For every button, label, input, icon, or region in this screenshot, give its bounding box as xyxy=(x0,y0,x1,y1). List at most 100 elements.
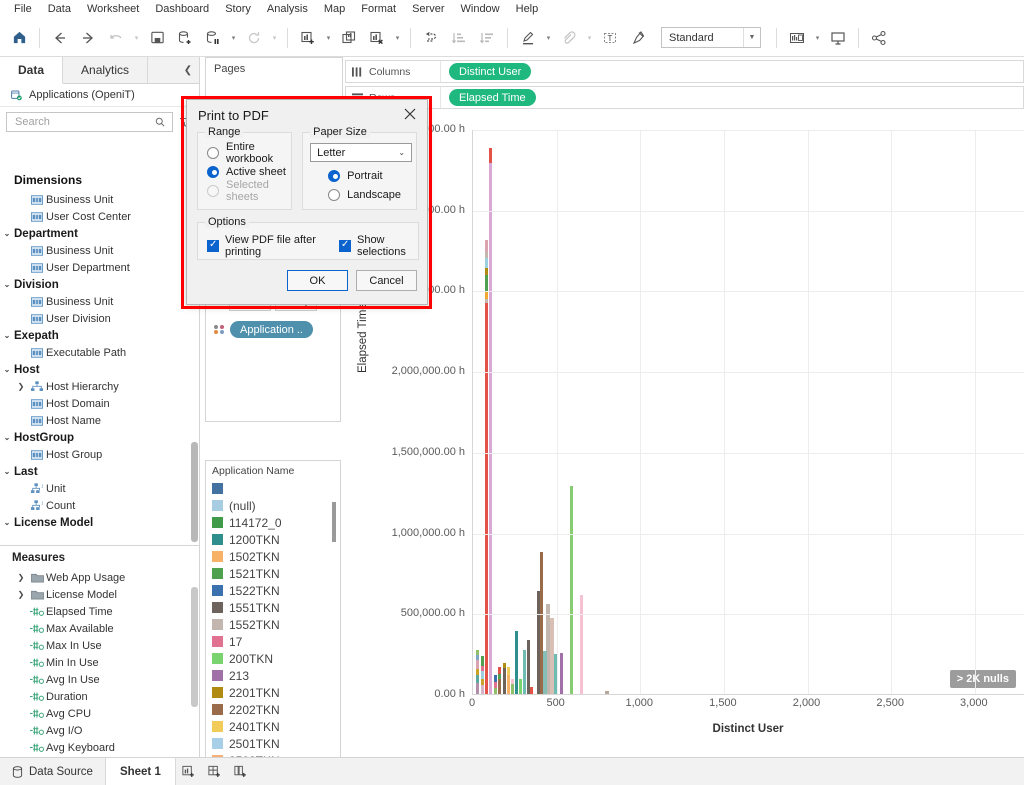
bar-segment[interactable] xyxy=(481,671,485,679)
field-node-business-unit[interactable]: Business Unit xyxy=(0,191,199,208)
columns-shelf[interactable]: Columns Distinct User xyxy=(345,60,1024,83)
folder-node-license-model[interactable]: ⌄ License Model xyxy=(0,514,199,531)
measure-node-avg-i-o[interactable]: Avg I/O xyxy=(0,722,199,739)
bar-segment[interactable] xyxy=(514,631,519,694)
bar-segment[interactable] xyxy=(481,665,485,672)
radio-button[interactable] xyxy=(328,169,341,182)
chevron-down-icon[interactable]: ⌄ xyxy=(0,331,14,340)
save-button[interactable] xyxy=(144,25,170,51)
bar-segment[interactable] xyxy=(497,679,502,694)
menu-item-data[interactable]: Data xyxy=(40,1,79,17)
chevron-left-icon[interactable]: ❮ xyxy=(177,57,199,83)
dimensions-scrollbar-thumb[interactable] xyxy=(191,442,198,542)
checkbox[interactable] xyxy=(338,239,351,252)
legend-item[interactable]: 2201TKN xyxy=(212,684,340,701)
new-story-tab-button[interactable] xyxy=(228,758,254,785)
bar-segment[interactable] xyxy=(559,652,563,694)
chart-bar[interactable] xyxy=(481,656,485,694)
new-worksheet-button[interactable] xyxy=(295,25,321,51)
menu-item-dashboard[interactable]: Dashboard xyxy=(147,1,217,17)
chart-bar[interactable] xyxy=(522,650,526,694)
radio-button[interactable] xyxy=(328,188,341,201)
ok-button[interactable]: OK xyxy=(287,270,348,291)
chart-bar[interactable] xyxy=(539,551,544,694)
paper-size-select[interactable]: Letter ⌄ xyxy=(310,143,413,162)
field-node-user-department[interactable]: User Department xyxy=(0,259,199,276)
legend-item[interactable]: 200TKN xyxy=(212,650,340,667)
bar-segment[interactable] xyxy=(507,667,511,675)
plot-area[interactable]: > 2K nulls xyxy=(472,130,1024,695)
bar-segment[interactable] xyxy=(580,594,584,694)
pause-dropdown-arrow[interactable]: ▾ xyxy=(228,25,239,51)
measures-tree[interactable]: ❯ Web App Usage ❯ License Model Elapsed Time… xyxy=(0,569,199,785)
legend-item[interactable]: 1502TKN xyxy=(212,548,340,565)
menu-item-worksheet[interactable]: Worksheet xyxy=(79,1,147,17)
bar-segment[interactable] xyxy=(539,551,544,694)
print-to-pdf-dialog[interactable]: Print to PDF Range Entire workbook Active… xyxy=(186,99,428,305)
chart-bar[interactable] xyxy=(605,691,609,694)
menu-item-window[interactable]: Window xyxy=(453,1,508,17)
bar-segment[interactable] xyxy=(481,678,485,686)
field-node-business-unit[interactable]: Business Unit xyxy=(0,242,199,259)
chevron-down-icon[interactable]: ⌄ xyxy=(0,467,14,476)
legend-item[interactable]: 1552TKN xyxy=(212,616,340,633)
show-mark-labels-button[interactable]: T xyxy=(597,25,623,51)
field-node-user-cost-center[interactable]: User Cost Center xyxy=(0,208,199,225)
field-node-executable-path[interactable]: Executable Path xyxy=(0,344,199,361)
chart-bar[interactable] xyxy=(570,485,574,694)
field-node-business-unit[interactable]: Business Unit xyxy=(0,293,199,310)
legend-item[interactable]: 1521TKN xyxy=(212,565,340,582)
refresh-button[interactable] xyxy=(241,25,267,51)
share-button[interactable] xyxy=(866,25,892,51)
chevron-down-icon[interactable]: ⌄ xyxy=(398,148,405,157)
bar-segment[interactable] xyxy=(485,303,489,694)
cancel-button[interactable]: Cancel xyxy=(356,270,417,291)
bar-segment[interactable] xyxy=(476,682,480,694)
legend-item[interactable]: (null) xyxy=(212,497,340,514)
chevron-down-icon[interactable]: ⌄ xyxy=(0,433,14,442)
marks-color-pill[interactable]: Application .. xyxy=(230,321,313,338)
menu-item-map[interactable]: Map xyxy=(316,1,353,17)
legend-item[interactable]: 213 xyxy=(212,667,340,684)
chart-bar[interactable] xyxy=(550,618,554,694)
bar-segment[interactable] xyxy=(485,298,489,304)
data-source-tab[interactable]: Data Source xyxy=(0,758,106,785)
chart-bar[interactable] xyxy=(511,678,515,694)
chart-bar[interactable] xyxy=(530,686,534,694)
data-source-item[interactable]: Applications (OpeniT) xyxy=(0,84,199,107)
bar-segment[interactable] xyxy=(485,275,489,292)
field-node-host-name[interactable]: Host Name xyxy=(0,412,199,429)
legend-item[interactable] xyxy=(212,480,340,497)
chart-bar[interactable] xyxy=(514,631,519,694)
data-pane-tab-data[interactable]: Data xyxy=(0,57,64,84)
bar-segment[interactable] xyxy=(476,660,480,669)
undo-dropdown-arrow[interactable]: ▾ xyxy=(131,25,142,51)
measure-node-license-model[interactable]: ❯ License Model xyxy=(0,586,199,603)
new-dashboard-tab-button[interactable] xyxy=(202,758,228,785)
group-dropdown-arrow[interactable]: ▾ xyxy=(584,25,595,51)
sheet-tab-sheet1[interactable]: Sheet 1 xyxy=(105,758,176,785)
chart-bar[interactable] xyxy=(543,651,547,694)
measure-node-avg-keyboard[interactable]: Avg Keyboard xyxy=(0,739,199,756)
bar-segment[interactable] xyxy=(476,668,480,676)
bar-segment[interactable] xyxy=(481,656,485,666)
bar-segment[interactable] xyxy=(550,618,554,694)
undo-button[interactable] xyxy=(103,25,129,51)
bar-segment[interactable] xyxy=(489,147,493,163)
bar-segment[interactable] xyxy=(543,651,547,694)
chevron-down-icon[interactable]: ▼ xyxy=(743,28,760,47)
columns-pill-container[interactable]: Distinct User xyxy=(441,63,532,80)
sort-ascending-button[interactable] xyxy=(446,25,472,51)
close-icon[interactable] xyxy=(397,103,423,125)
bar-segment[interactable] xyxy=(476,655,480,661)
legend-item[interactable]: 2202TKN xyxy=(212,701,340,718)
chevron-right-icon[interactable]: ❯ xyxy=(14,573,28,582)
fix-axes-button[interactable] xyxy=(625,25,651,51)
bar-segment[interactable] xyxy=(476,675,480,683)
swap-axes-button[interactable] xyxy=(418,25,444,51)
chevron-right-icon[interactable]: ❯ xyxy=(14,382,28,391)
null-indicator-badge[interactable]: > 2K nulls xyxy=(949,670,1016,688)
bar-segment[interactable] xyxy=(502,662,506,669)
measure-node-max-available[interactable]: Max Available xyxy=(0,620,199,637)
field-node-unit[interactable]: 1Unit xyxy=(0,480,199,497)
